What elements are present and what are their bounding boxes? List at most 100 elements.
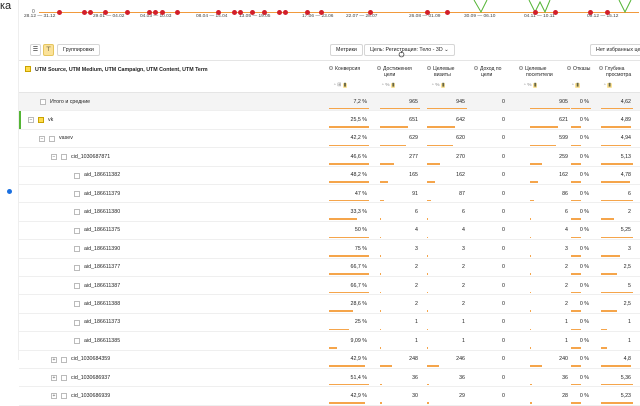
chart-event-marker[interactable] (147, 10, 152, 15)
sort-icon[interactable] (567, 66, 571, 70)
collapse-icon[interactable]: − (28, 117, 34, 123)
table-row[interactable]: +cid_103068693942,9 %30290280 %5,23 (19, 387, 640, 405)
row-label[interactable]: aid_186611390 (84, 246, 120, 252)
table-row[interactable]: aid_18661137325 %11010 %1 (19, 314, 640, 332)
row-label[interactable]: aid_186611382 (84, 172, 120, 178)
column-mode-icon[interactable]: ▮ (441, 83, 446, 88)
chart-event-marker[interactable] (425, 10, 430, 15)
chart-event-marker[interactable] (103, 10, 108, 15)
column-view-icons[interactable]: ◔ % ▮ (381, 83, 395, 88)
table-row[interactable]: aid_18661137766,7 %22020 %2,5 (19, 259, 640, 277)
row-checkbox[interactable] (40, 99, 46, 105)
row-label[interactable]: cid_1030686937 (71, 375, 110, 381)
row-label[interactable]: cid_1030686939 (71, 393, 110, 399)
collapse-icon[interactable]: − (39, 136, 45, 142)
metrics-button[interactable]: Метрики (330, 44, 363, 56)
row-label[interactable]: aid_186611380 (84, 209, 120, 215)
chart-event-marker[interactable] (250, 10, 255, 15)
table-row[interactable]: aid_18661137947 %91870860 %6 (19, 185, 640, 203)
row-checkbox[interactable] (74, 209, 80, 215)
expand-icon[interactable]: + (51, 375, 57, 381)
column-header[interactable]: Глубинапросмотра (599, 66, 631, 78)
row-checkbox[interactable] (74, 320, 80, 326)
chart-event-marker[interactable] (175, 10, 180, 15)
chart-event-marker[interactable] (160, 10, 165, 15)
chart-event-marker[interactable] (368, 10, 373, 15)
sort-icon[interactable] (519, 66, 523, 70)
sort-icon[interactable] (474, 66, 478, 70)
table-row[interactable]: aid_18661138828,6 %22020 %2,5 (19, 295, 640, 313)
column-header[interactable]: Конверсия (329, 66, 360, 72)
row-label[interactable]: aid_186611387 (84, 283, 120, 289)
table-row[interactable]: aid_18661138033,3 %66060 %2 (19, 203, 640, 221)
column-mode-icon[interactable]: ▮ (391, 83, 396, 88)
sort-icon[interactable] (329, 66, 333, 70)
table-row[interactable]: −vk25,5 %65164206210 %4,89 (19, 111, 640, 129)
table-row[interactable]: −cid_103068787146,6 %27727002590 %5,13 (19, 148, 640, 166)
groupings-button[interactable]: Группировки (57, 44, 100, 56)
chart-event-marker[interactable] (605, 10, 610, 15)
chart-event-marker[interactable] (88, 10, 93, 15)
row-checkbox[interactable] (74, 301, 80, 307)
chart-event-marker[interactable] (277, 10, 282, 15)
row-label[interactable]: cid_1030687871 (71, 154, 110, 160)
row-label[interactable]: aid_186611375 (84, 227, 120, 233)
favorites-select[interactable]: Нет избранных це (590, 44, 640, 56)
row-label[interactable]: aid_186611388 (84, 301, 120, 307)
tree-view-icon[interactable]: ⊤ (43, 44, 54, 56)
column-header[interactable]: Целевыепосетители (519, 66, 553, 78)
column-mode-icon[interactable]: ▮ (343, 83, 348, 88)
column-view-icons[interactable]: ◔ ⊞ ▮ (333, 83, 347, 88)
column-view-icons[interactable]: ◔ % ▮ (431, 83, 445, 88)
column-header[interactable]: Целевыевизиты (427, 66, 454, 78)
sort-icon[interactable] (377, 66, 381, 70)
row-checkbox[interactable] (61, 393, 67, 399)
table-row[interactable]: aid_18661138766,7 %22020 %5 (19, 277, 640, 295)
column-mode-icon[interactable]: ▮ (607, 83, 612, 88)
row-checkbox[interactable] (74, 191, 80, 197)
collapse-icon[interactable]: − (51, 154, 57, 160)
row-checkbox[interactable] (61, 154, 67, 160)
chart-event-marker[interactable] (57, 10, 62, 15)
row-label[interactable]: aid_186611377 (84, 264, 120, 270)
chart-event-marker[interactable] (153, 10, 158, 15)
chart-event-marker[interactable] (262, 10, 267, 15)
row-checkbox[interactable] (38, 117, 44, 123)
table-row[interactable]: aid_18661139075 %33030 %3 (19, 240, 640, 258)
chart-event-marker[interactable] (533, 10, 538, 15)
chart-event-marker[interactable] (553, 10, 558, 15)
row-checkbox[interactable] (74, 246, 80, 252)
chart-event-marker[interactable] (305, 10, 310, 15)
sort-icon[interactable] (599, 66, 603, 70)
column-header[interactable]: Отказы (567, 66, 590, 72)
select-all-checkbox[interactable] (25, 66, 31, 72)
column-header[interactable]: Доход поцели (474, 66, 501, 78)
column-view-icons[interactable]: ◔ % ▮ (523, 83, 537, 88)
chart-event-marker[interactable] (445, 10, 450, 15)
row-checkbox[interactable] (74, 173, 80, 179)
chart-event-marker[interactable] (82, 10, 87, 15)
table-row[interactable]: aid_1866113859,09 %11010 %1 (19, 332, 640, 350)
column-view-icons[interactable]: ◔ ▮ (603, 83, 612, 88)
table-row[interactable]: aid_18661137550 %44040 %5,25 (19, 222, 640, 240)
column-mode-icon[interactable]: ▮ (575, 83, 580, 88)
row-checkbox[interactable] (49, 136, 55, 142)
row-label[interactable]: vk (48, 117, 53, 123)
row-label[interactable]: aid_186611379 (84, 191, 120, 197)
column-mode-icon[interactable]: ⊞ (337, 83, 342, 88)
expand-icon[interactable]: + (51, 393, 57, 399)
row-label[interactable]: aid_186611385 (84, 338, 120, 344)
list-view-icon[interactable]: ☰ (30, 44, 41, 56)
column-view-icons[interactable]: ◔ ▮ (571, 83, 580, 88)
totals-row[interactable]: Итого и средние7,2 %96594509050 %4,62 (19, 93, 640, 111)
chart-event-marker[interactable] (238, 10, 243, 15)
row-checkbox[interactable] (74, 283, 80, 289)
sort-icon[interactable] (427, 66, 431, 70)
row-label[interactable]: vasev (59, 135, 73, 141)
radio-indicator[interactable] (7, 189, 12, 194)
goal-select[interactable]: Цель: Регистрация: Тело - 3D ⌄ (364, 44, 455, 56)
chart-event-marker[interactable] (232, 10, 237, 15)
row-checkbox[interactable] (74, 338, 80, 344)
table-row[interactable]: +cid_103068693751,4 %36360360 %5,36 (19, 369, 640, 387)
column-header[interactable]: Достиженияцели (377, 66, 412, 78)
